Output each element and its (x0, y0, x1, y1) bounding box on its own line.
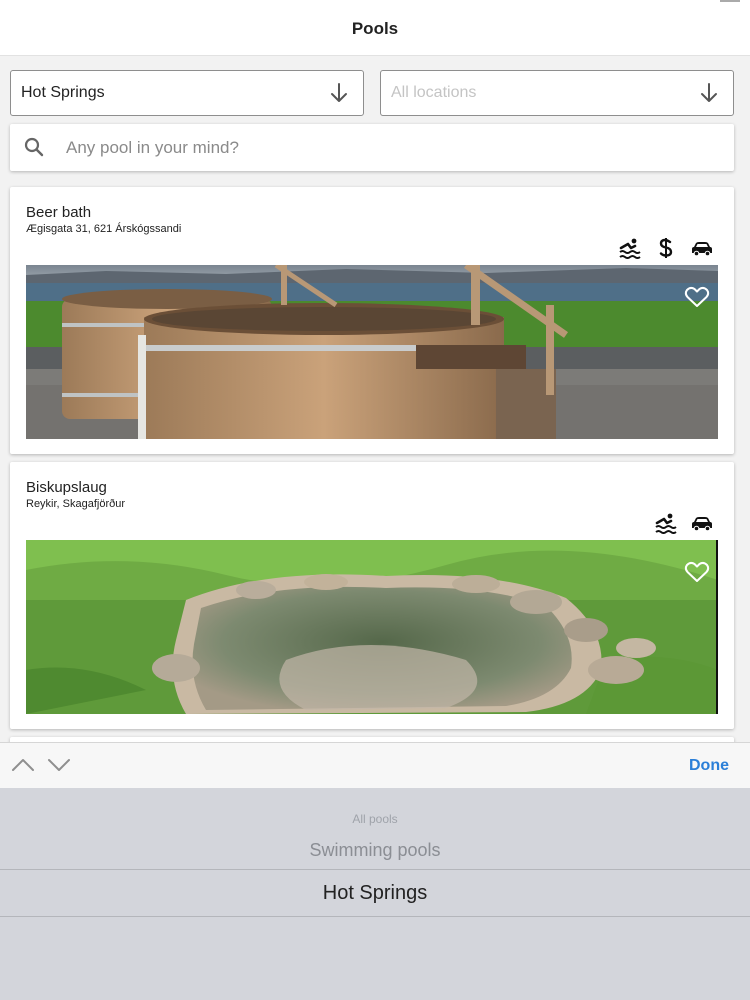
pool-card[interactable]: Biskupslaug Reykir, Skagafjörður (10, 462, 734, 729)
location-select[interactable]: All locations (380, 70, 734, 116)
dollar-icon (654, 237, 678, 259)
type-select[interactable]: Hot Springs (10, 70, 364, 116)
pool-address: Ægisgata 31, 621 Árskógssandi (26, 223, 182, 235)
type-select-value: Hot Springs (21, 84, 105, 101)
swimming-icon (654, 512, 678, 534)
menu-edge (720, 0, 740, 2)
arrow-down-icon (331, 83, 347, 102)
chevron-down-icon[interactable] (46, 755, 72, 775)
type-picker[interactable]: All pools Swimming pools Hot Springs (0, 788, 750, 1000)
nav-bar: Pools (0, 0, 750, 56)
car-icon (690, 237, 714, 259)
picker-selection-line (0, 916, 750, 917)
arrow-down-icon (701, 83, 717, 102)
search-input[interactable]: Any pool in your mind? (10, 124, 734, 171)
swimming-icon (618, 237, 642, 259)
pool-photo[interactable] (26, 540, 718, 714)
pool-name: Biskupslaug (26, 479, 107, 496)
pool-card[interactable]: Beer bath Ægisgata 31, 621 Árskógssandi (10, 187, 734, 454)
pool-address: Reykir, Skagafjörður (26, 498, 126, 510)
feature-icons (618, 237, 714, 259)
heart-icon[interactable] (684, 285, 710, 309)
heart-icon[interactable] (684, 560, 710, 584)
picker-option[interactable]: Swimming pools (0, 840, 750, 861)
pool-photo[interactable] (26, 265, 718, 439)
picker-option-selected[interactable]: Hot Springs (0, 882, 750, 905)
pool-name: Beer bath (26, 204, 92, 221)
page-title: Pools (351, 19, 399, 38)
chevron-up-icon[interactable] (10, 755, 36, 775)
picker-selection-line (0, 869, 750, 870)
feature-icons (654, 512, 714, 534)
search-placeholder: Any pool in your mind? (66, 138, 239, 157)
car-icon (690, 512, 714, 534)
picker-toolbar: Done (0, 742, 750, 788)
picker-option[interactable]: All pools (0, 812, 750, 826)
location-select-placeholder: All locations (391, 84, 477, 101)
done-button[interactable]: Done (689, 757, 729, 775)
search-icon (24, 137, 44, 157)
